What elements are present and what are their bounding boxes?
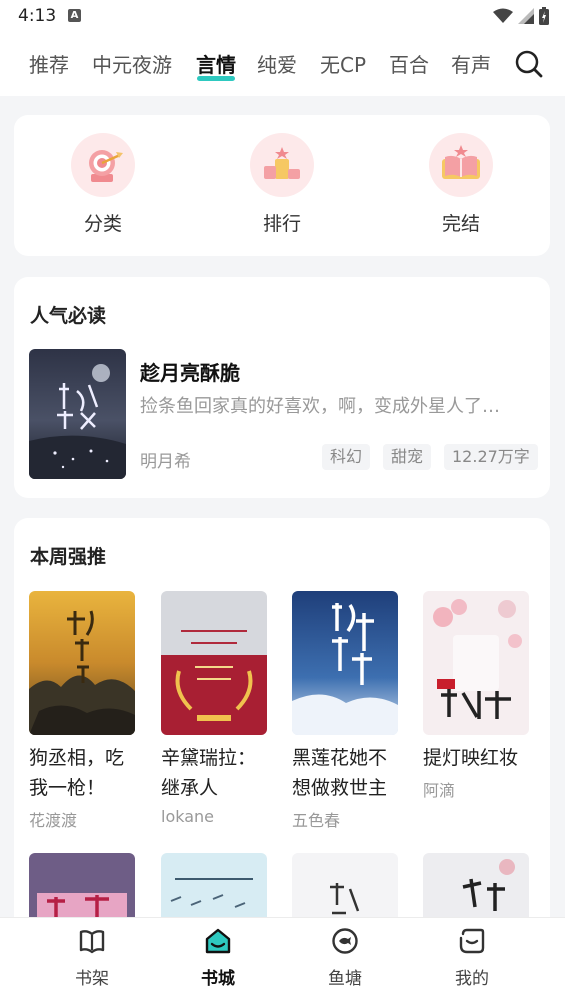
notification-icon: A bbox=[68, 9, 81, 22]
bottom-nav-label: 书城 bbox=[201, 969, 235, 989]
bottom-nav: 书架 书城 鱼塘 我的 bbox=[0, 917, 565, 1004]
tab-bl[interactable]: 纯爱 bbox=[257, 49, 297, 78]
tag-word-count: 12.27万字 bbox=[444, 444, 538, 470]
book-cover[interactable] bbox=[29, 591, 135, 735]
tag-theme: 甜宠 bbox=[383, 444, 432, 470]
book-cover[interactable] bbox=[292, 591, 398, 735]
profile-icon bbox=[459, 928, 485, 954]
bottom-nav-label: 我的 bbox=[455, 969, 489, 989]
book-item[interactable]: 提灯映红妆 阿滴 bbox=[423, 591, 531, 801]
book-title[interactable]: 提灯映红妆 bbox=[423, 743, 535, 773]
bottom-nav-fishpond[interactable]: 鱼塘 bbox=[305, 926, 385, 989]
book-cover[interactable] bbox=[292, 853, 398, 923]
tab-no-cp[interactable]: 无CP bbox=[320, 49, 366, 78]
top-nav: 推荐 中元夜游 言情 纯爱 无CP 百合 有声 bbox=[0, 32, 565, 96]
bottom-nav-label: 鱼塘 bbox=[328, 969, 362, 989]
bottom-nav-profile[interactable]: 我的 bbox=[432, 926, 512, 989]
book-star-icon bbox=[442, 145, 480, 179]
book-title[interactable]: 黑莲花她不想做救世主 bbox=[292, 743, 404, 803]
bookstore-icon bbox=[205, 928, 231, 954]
category-icon-bg bbox=[429, 133, 493, 197]
tab-romance[interactable]: 言情 bbox=[196, 49, 236, 78]
book-author: 花渡渡 bbox=[29, 811, 78, 830]
book-cover[interactable] bbox=[161, 591, 267, 735]
book-author: 明月希 bbox=[140, 452, 191, 472]
section-title: 人气必读 bbox=[30, 305, 107, 327]
tab-recommend[interactable]: 推荐 bbox=[29, 49, 69, 78]
bottom-nav-bookstore[interactable]: 书城 bbox=[178, 926, 258, 989]
book-cover[interactable] bbox=[423, 591, 529, 735]
active-tab-indicator bbox=[197, 76, 235, 81]
status-indicators bbox=[493, 5, 549, 27]
category-icon-bg bbox=[250, 133, 314, 197]
category-ranking[interactable]: 排行 bbox=[237, 133, 327, 236]
wifi-icon bbox=[493, 8, 513, 23]
search-icon[interactable] bbox=[514, 49, 544, 79]
book-cover[interactable] bbox=[161, 853, 267, 923]
book-cover[interactable] bbox=[29, 349, 126, 479]
bookshelf-icon bbox=[79, 930, 105, 954]
target-icon bbox=[89, 150, 123, 182]
battery-icon bbox=[539, 7, 549, 25]
tag-genre: 科幻 bbox=[322, 444, 371, 470]
category-label: 排行 bbox=[262, 213, 301, 235]
category-card: 分类 排行 完结 bbox=[14, 115, 550, 256]
status-bar: 4:13 A bbox=[0, 0, 565, 32]
category-label: 分类 bbox=[83, 213, 122, 235]
tab-audio[interactable]: 有声 bbox=[451, 49, 491, 78]
signal-icon bbox=[518, 8, 534, 24]
bottom-nav-bookshelf[interactable]: 书架 bbox=[52, 926, 132, 989]
weekly-picks-card: 本周强推 狗丞相，吃我一枪！ 花渡渡 辛黛瑞拉：继承人 lokane 黑莲花她不… bbox=[14, 518, 550, 958]
status-time: 4:13 bbox=[18, 6, 57, 26]
podium-icon bbox=[264, 147, 300, 179]
book-author: lokane bbox=[161, 807, 215, 826]
hot-reads-card: 人气必读 趁月亮酥脆 捡条鱼回家真的好喜欢，啊，变成外星人了… 明月希 科幻 甜… bbox=[14, 277, 550, 498]
book-cover[interactable] bbox=[29, 853, 135, 923]
bottom-nav-label: 书架 bbox=[75, 969, 109, 989]
category-icon-bg bbox=[71, 133, 135, 197]
category-completed[interactable]: 完结 bbox=[416, 133, 506, 236]
book-author: 五色春 bbox=[292, 811, 341, 830]
section-title: 本周强推 bbox=[30, 546, 107, 568]
book-intro: 捡条鱼回家真的好喜欢，啊，变成外星人了… bbox=[140, 396, 500, 417]
fishpond-icon bbox=[332, 928, 358, 954]
category-label: 完结 bbox=[441, 213, 480, 235]
book-item[interactable]: 黑莲花她不想做救世主 五色春 bbox=[292, 591, 400, 831]
book-cover[interactable] bbox=[423, 853, 529, 923]
book-item[interactable]: 辛黛瑞拉：继承人 lokane bbox=[161, 591, 269, 826]
book-title[interactable]: 趁月亮酥脆 bbox=[140, 357, 240, 386]
tab-zhongyuan-yeyou[interactable]: 中元夜游 bbox=[92, 49, 172, 78]
book-title[interactable]: 辛黛瑞拉：继承人 bbox=[161, 743, 273, 803]
category-classify[interactable]: 分类 bbox=[58, 133, 148, 236]
book-title[interactable]: 狗丞相，吃我一枪！ bbox=[29, 743, 141, 803]
book-author: 阿滴 bbox=[423, 781, 456, 800]
book-item[interactable]: 狗丞相，吃我一枪！ 花渡渡 bbox=[29, 591, 137, 831]
tab-gl[interactable]: 百合 bbox=[389, 49, 429, 78]
